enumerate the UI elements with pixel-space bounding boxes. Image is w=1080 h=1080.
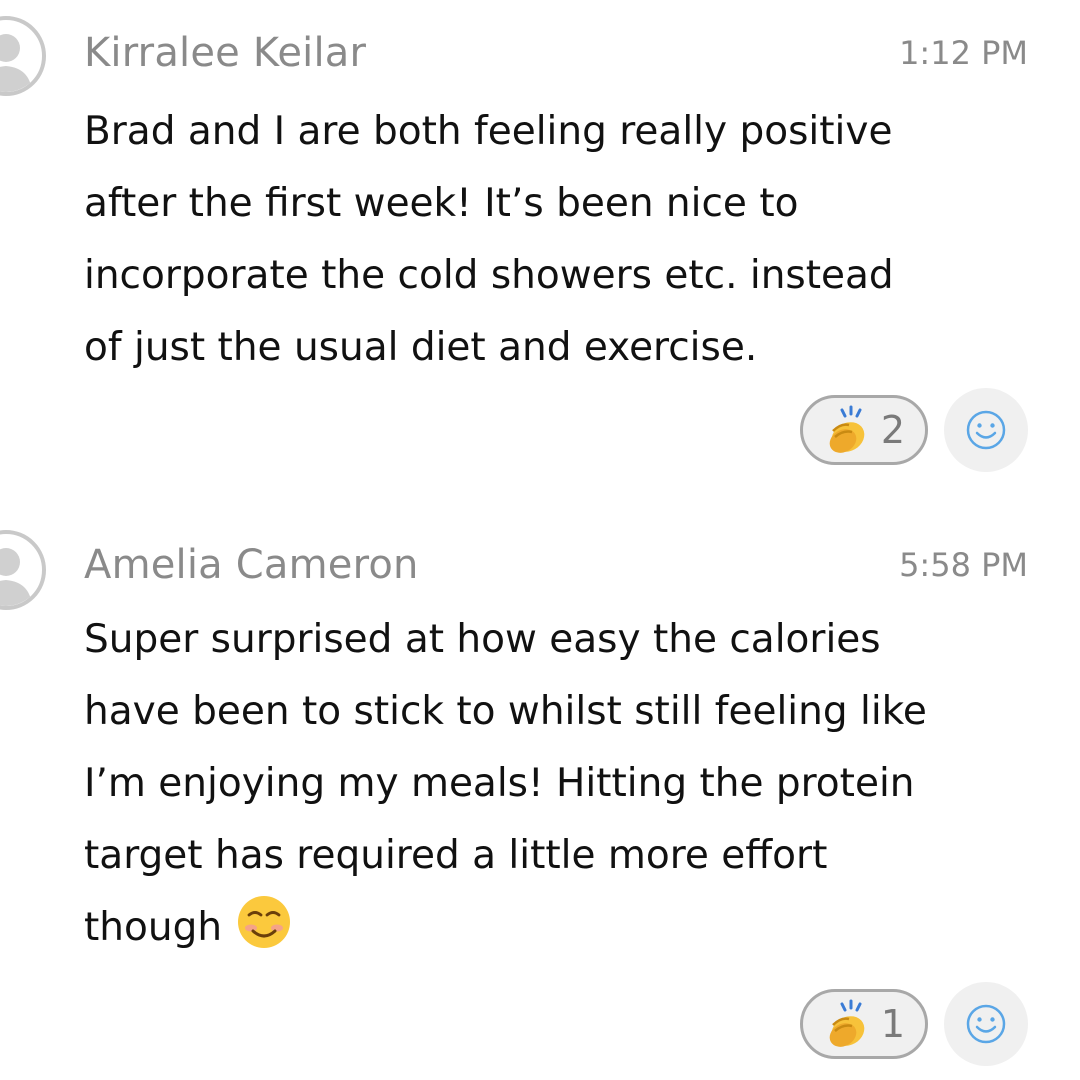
message-line: have been to stick to whilst still feeli… [84,689,927,734]
message-body: Brad and I are both feeling really posit… [84,96,1044,384]
reaction-pill[interactable]: 2 [799,395,928,465]
add-reaction-button[interactable] [944,982,1028,1066]
message-body: Super surprised at how easy the calories… [84,604,1044,964]
message-line-last: though [84,892,1044,964]
smiley-icon [966,410,1006,450]
clapping-hands-icon [829,405,865,453]
message-line: though [84,905,223,950]
message-author[interactable]: Amelia Cameron [84,542,419,588]
person-silhouette-icon [0,34,32,92]
reaction-count: 2 [880,408,905,452]
message-line: after the first week! It’s been nice to [84,181,799,226]
smiling-face-icon [236,894,292,974]
add-reaction-button[interactable] [944,388,1028,472]
message-line: incorporate the cold showers etc. instea… [84,253,894,298]
message-line: of just the usual diet and exercise. [84,325,758,370]
message-timestamp: 1:12 PM [899,34,1028,72]
reaction-bar: 2 [799,388,1028,472]
person-silhouette-icon [0,548,32,606]
reaction-pill[interactable]: 1 [799,989,928,1059]
reaction-count: 1 [880,1002,905,1046]
smiley-icon [966,1004,1006,1044]
avatar[interactable] [0,530,46,610]
message-line: target has required a little more effort [84,833,828,878]
clapping-hands-icon [829,999,865,1047]
message-line: Super surprised at how easy the calories [84,617,881,662]
message-timestamp: 5:58 PM [899,546,1028,584]
message-line: Brad and I are both feeling really posit… [84,109,893,154]
reaction-bar: 1 [799,982,1028,1066]
message-line: I’m enjoying my meals! Hitting the prote… [84,761,915,806]
avatar[interactable] [0,16,46,96]
message-author[interactable]: Kirralee Keilar [84,30,366,76]
